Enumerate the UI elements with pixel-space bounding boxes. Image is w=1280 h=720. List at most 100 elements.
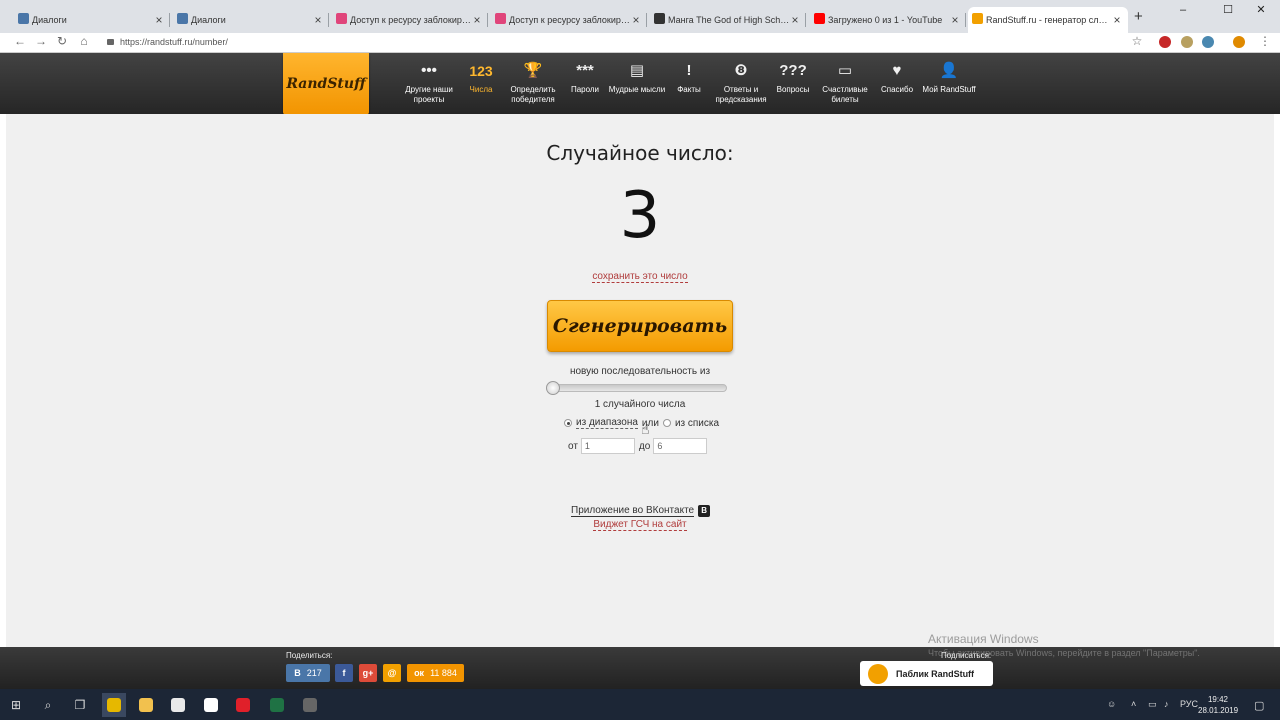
taskbar-app-glyph [236, 698, 250, 712]
vk-icon[interactable]: В [698, 505, 711, 517]
tab-title: Доступ к ресурсу заблокирован [509, 15, 631, 25]
public-randstuff-button[interactable]: Паблик RandStuff [860, 661, 993, 686]
browser-tab[interactable]: RandStuff.ru - генератор случайных× [968, 7, 1128, 33]
close-window-icon[interactable]: ✕ [1242, 0, 1280, 20]
tab-title: RandStuff.ru - генератор случайных [986, 15, 1112, 25]
new-tab-button[interactable]: + [1134, 8, 1148, 25]
tray-arrow-icon[interactable]: ˄ [1131, 699, 1136, 709]
clock[interactable]: 19:42 28.01.2019 [1198, 694, 1238, 716]
vk-app-link-wrap: Приложение во ВКонтакте В [571, 505, 711, 517]
favicon-icon [495, 13, 506, 24]
share-count: 11 884 [430, 668, 457, 678]
mode-range-radio[interactable] [564, 419, 572, 427]
minimize-icon[interactable]: – [1164, 0, 1202, 20]
taskbar-glyph: ❐ [74, 698, 86, 712]
mode-list-radio[interactable] [662, 419, 671, 427]
taskbar-store-icon[interactable] [166, 693, 190, 717]
hand-cursor-icon: ☝ [641, 421, 650, 437]
favicon-icon [18, 13, 29, 24]
home-icon[interactable]: ⌂ [77, 34, 91, 48]
share-count: 217 [306, 668, 322, 678]
mode-list-label[interactable]: из списка [675, 418, 719, 429]
page-title: Случайное число: [546, 141, 734, 165]
browser-tab[interactable]: Загружено 0 из 1 - YouTube × [810, 7, 966, 33]
extension-icon[interactable] [1181, 36, 1193, 48]
nav-item-label: Мой RandStuff [922, 85, 976, 94]
share-button[interactable]: B 217 [286, 664, 330, 682]
vk-app-link[interactable]: Приложение во ВКонтакте [571, 505, 695, 517]
close-tab-icon[interactable]: × [631, 13, 641, 27]
site-logo[interactable]: RandStuff [283, 53, 369, 115]
taskbar-opera-icon[interactable] [231, 693, 255, 717]
taskbar-app-glyph [139, 698, 153, 712]
from-label: от [568, 440, 578, 452]
taskbar-app-glyph [107, 698, 121, 712]
taskbar-task-view-icon[interactable]: ❐ [68, 693, 92, 717]
tab-title: Диалоги [191, 15, 226, 25]
close-tab-icon[interactable]: × [950, 13, 960, 27]
close-tab-icon[interactable]: × [472, 13, 482, 27]
network-icon[interactable]: ▭ [1148, 699, 1157, 710]
share-label: Поделиться: [286, 651, 333, 660]
share-icon: B [294, 668, 301, 678]
close-tab-icon[interactable]: × [1112, 13, 1122, 27]
randstuff-logo-icon [868, 663, 888, 684]
taskbar-app-glyph [171, 698, 185, 712]
public-button-label: Паблик RandStuff [896, 668, 975, 679]
taskbar-app-icon[interactable] [298, 693, 322, 717]
count-label: 1 случайного числа [594, 399, 686, 410]
nav-item-icon: 👤 [939, 62, 959, 79]
browser-tab[interactable]: Доступ к ресурсу заблокирован × [332, 7, 488, 33]
share-button[interactable]: g+ [359, 664, 377, 682]
sequence-label: новую последовательность из [569, 366, 711, 377]
people-icon[interactable]: ☺ [1107, 699, 1116, 709]
count-slider-handle[interactable] [546, 381, 560, 395]
save-number-link[interactable]: сохранить это число [592, 271, 688, 283]
browser-tab[interactable]: Манга The God of High School online× [650, 7, 806, 33]
taskbar-start-icon[interactable]: ⊞ [4, 693, 28, 717]
windows-taskbar [0, 689, 1280, 720]
favicon-icon [654, 13, 665, 24]
random-number-result: 3 [619, 179, 661, 253]
subscribe-label: Подписаться: [941, 651, 992, 660]
to-label: до [638, 440, 651, 452]
favicon-icon [177, 13, 188, 24]
extension-icon[interactable] [1159, 36, 1171, 48]
forward-icon[interactable]: → [34, 34, 48, 48]
taskbar-chrome-icon[interactable] [102, 693, 126, 717]
mode-range-label[interactable]: из диапазона [576, 417, 638, 429]
share-button[interactable]: ок 11 884 [407, 664, 464, 682]
widget-link[interactable]: Виджет ГСЧ на сайт [593, 519, 687, 531]
close-tab-icon[interactable]: × [313, 13, 323, 27]
close-tab-icon[interactable]: × [790, 13, 800, 27]
taskbar-explorer-icon[interactable] [134, 693, 158, 717]
taskbar-excel-icon[interactable] [265, 693, 289, 717]
notifications-icon[interactable]: ▢ [1254, 699, 1264, 712]
share-button[interactable]: f [335, 664, 353, 682]
extension-icon[interactable] [1202, 36, 1214, 48]
browser-tab[interactable]: Доступ к ресурсу заблокирован × [491, 7, 647, 33]
reload-icon[interactable]: ↻ [55, 34, 69, 48]
browser-tab[interactable]: Диалоги × [14, 7, 170, 33]
menu-icon[interactable]: ⋮ [1258, 34, 1272, 48]
share-icon: @ [387, 668, 397, 678]
favicon-icon [336, 13, 347, 24]
back-icon[interactable]: ← [13, 34, 27, 48]
share-icon: ок [414, 668, 425, 678]
share-button[interactable]: @ [383, 664, 401, 682]
taskbar-search-icon[interactable]: ⌕ [36, 693, 60, 717]
to-input[interactable] [653, 438, 708, 454]
close-tab-icon[interactable]: × [154, 13, 164, 27]
taskbar-app-glyph [303, 698, 317, 712]
from-input[interactable] [580, 438, 635, 454]
taskbar-mail-icon[interactable] [199, 693, 223, 717]
count-slider-track[interactable] [548, 384, 727, 392]
site-nav-item[interactable]: 👤 Мой RandStuff [918, 60, 980, 95]
language-indicator[interactable]: РУС [1180, 699, 1198, 709]
bookmark-star-icon[interactable]: ☆ [1130, 34, 1144, 48]
browser-tab[interactable]: Диалоги × [173, 7, 329, 33]
generate-button[interactable]: Сгенерировать [547, 300, 733, 352]
profile-avatar[interactable] [1233, 36, 1245, 48]
address-bar[interactable]: https://randstuff.ru/number/ [103, 35, 1148, 50]
volume-icon[interactable]: ♪ [1164, 699, 1169, 709]
